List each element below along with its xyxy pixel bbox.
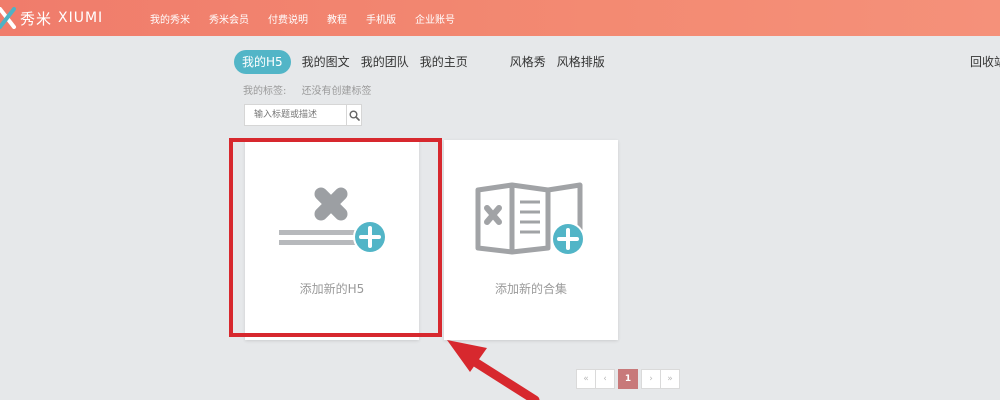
annotation-arrow — [447, 340, 540, 400]
